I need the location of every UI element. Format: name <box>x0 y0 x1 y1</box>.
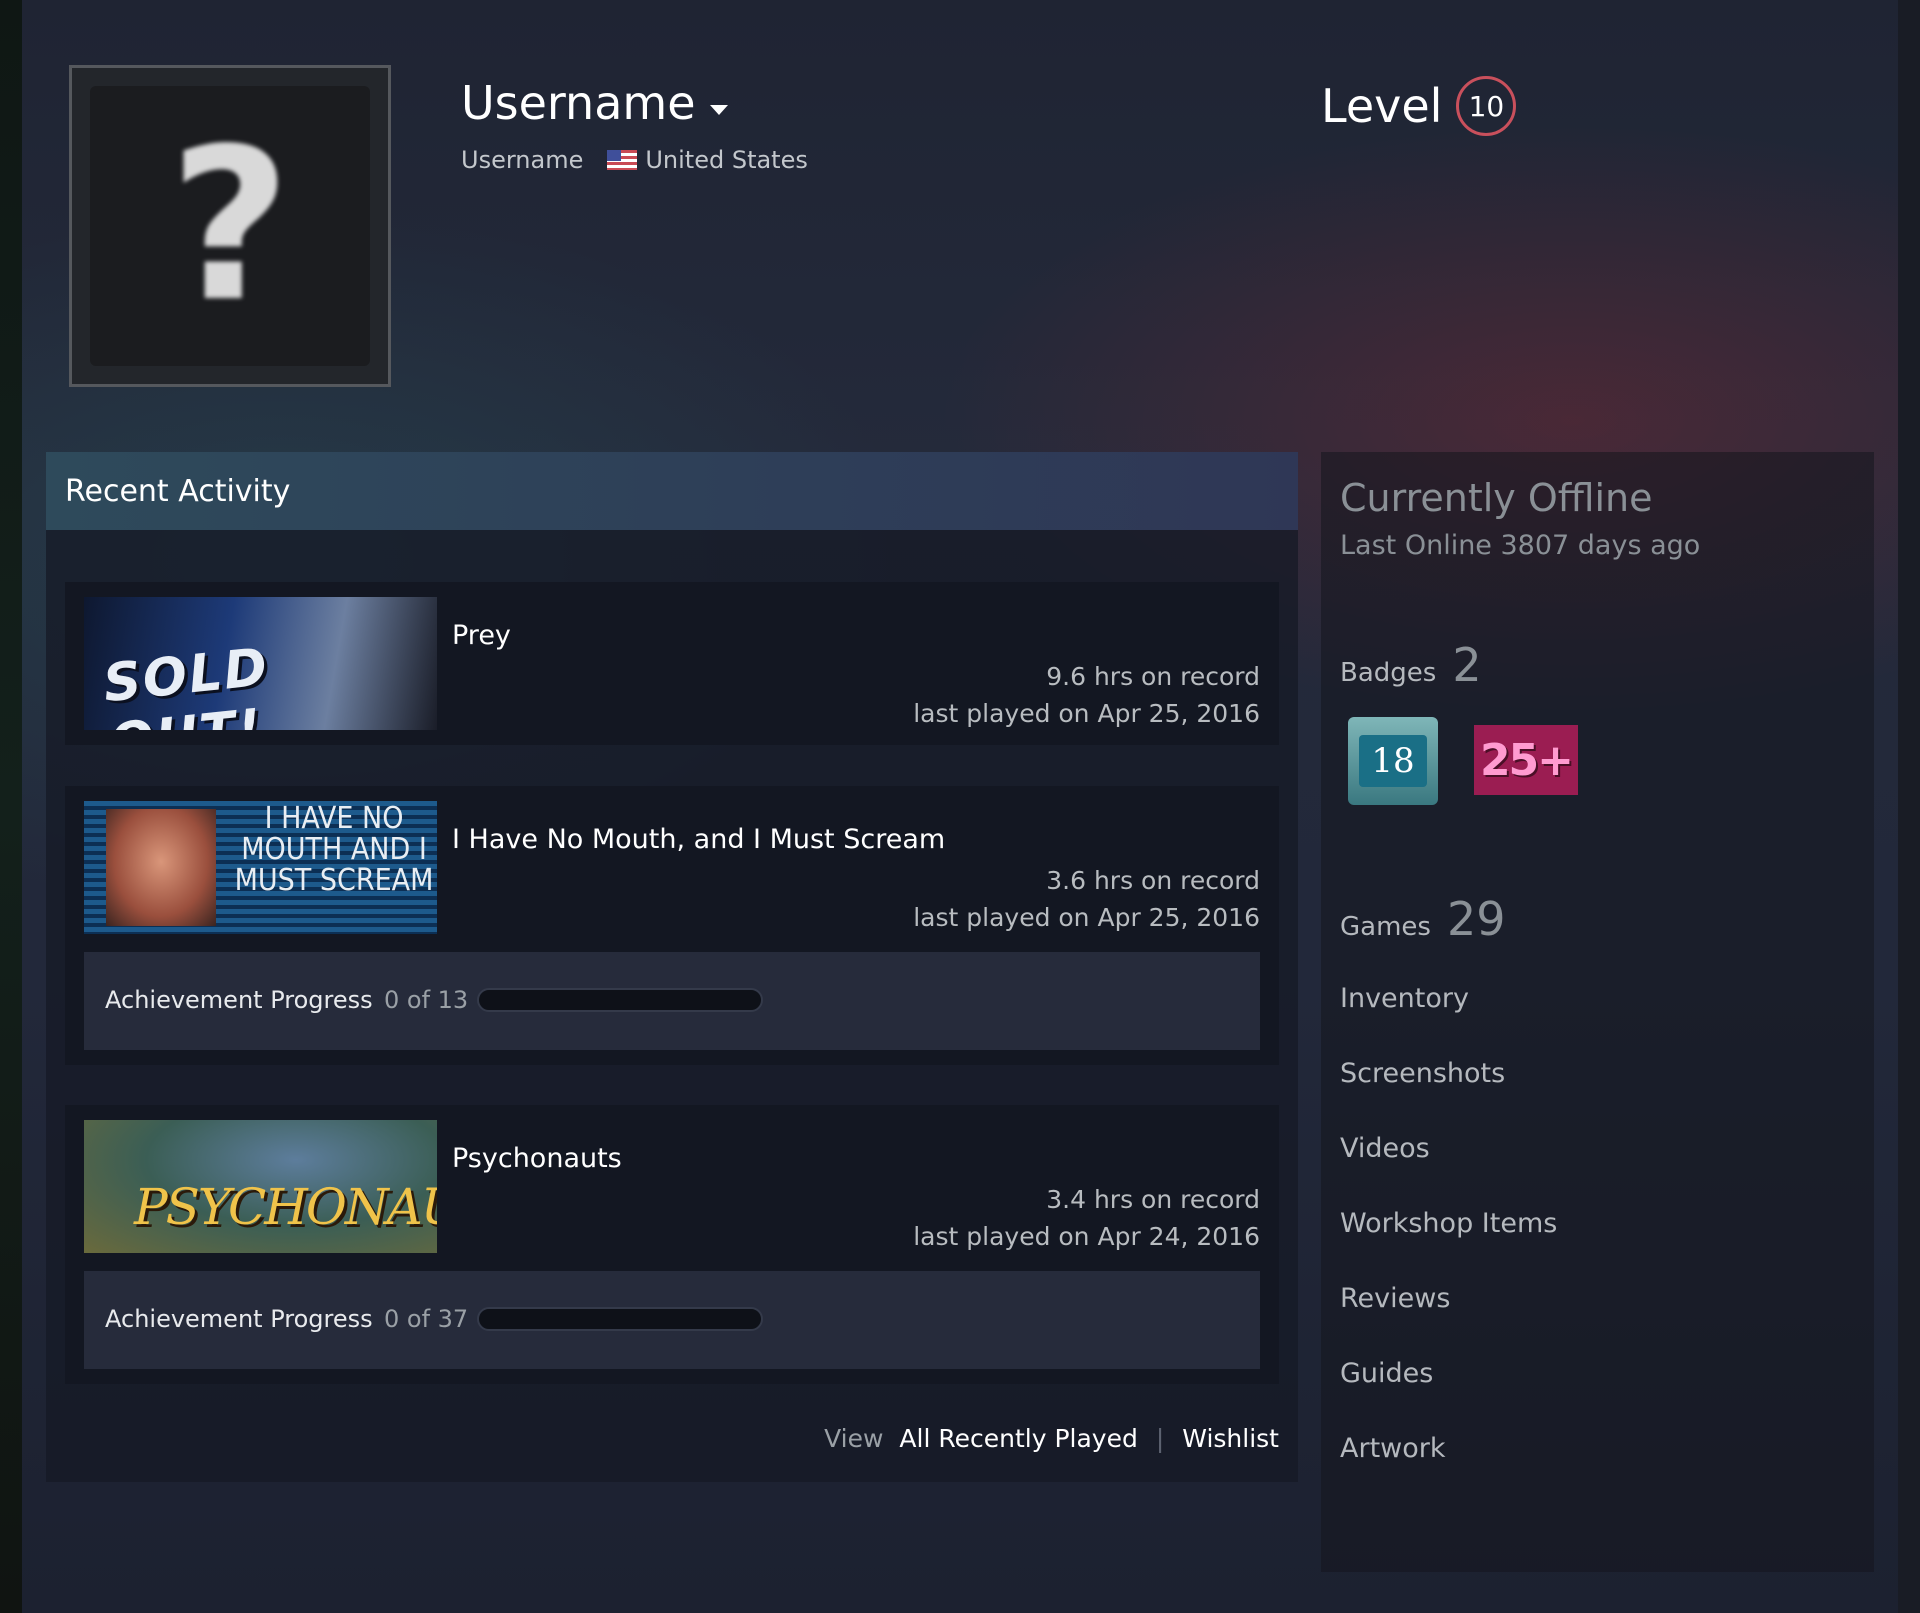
games-count: 29 <box>1446 892 1506 946</box>
game-hours: 9.6 hrs on record <box>1046 662 1260 691</box>
artwork-link[interactable]: Artwork <box>1340 1433 1446 1464</box>
achievement-progress-row[interactable]: Achievement Progress 0 of 13 <box>84 952 1260 1050</box>
last-online: Last Online 3807 days ago <box>1340 530 1701 561</box>
profile-subheader: Username United States <box>461 146 808 174</box>
game-last-played: last played on Apr 25, 2016 <box>913 903 1260 932</box>
capsule-text: PSYCHONAUTS <box>134 1178 437 1236</box>
game-row-prey: SOLD OUT! Prey 9.6 hrs on record last pl… <box>65 582 1279 745</box>
games-label: Games <box>1340 912 1431 942</box>
recent-activity-header: Recent Activity <box>46 452 1298 530</box>
capsule-text: SOLD OUT! <box>100 637 272 730</box>
game-capsule-psychonauts[interactable]: PSYCHONAUTS <box>84 1120 437 1253</box>
us-flag-icon <box>607 150 638 170</box>
game-hours: 3.6 hrs on record <box>1046 866 1260 895</box>
game-last-played: last played on Apr 25, 2016 <box>913 699 1260 728</box>
view-label: View <box>824 1424 884 1453</box>
profile-level[interactable]: Level 10 <box>1321 76 1517 136</box>
videos-link[interactable]: Videos <box>1340 1133 1430 1164</box>
all-recently-played-link[interactable]: All Recently Played <box>899 1424 1137 1453</box>
recent-activity-title: Recent Activity <box>65 474 291 509</box>
achievement-count: 0 of 37 <box>384 1305 469 1333</box>
game-name-link[interactable]: Psychonauts <box>452 1143 622 1174</box>
avatar[interactable]: ? <box>69 65 391 387</box>
level-label: Level <box>1321 79 1443 133</box>
workshop-items-link[interactable]: Workshop Items <box>1340 1208 1557 1239</box>
inventory-link[interactable]: Inventory <box>1340 983 1469 1014</box>
badge-game-collector[interactable]: 25+ <box>1474 725 1578 795</box>
game-row-psychonauts: PSYCHONAUTS Psychonauts 3.4 hrs on recor… <box>65 1105 1279 1384</box>
profile-sidebar: Currently Offline Last Online 3807 days … <box>1321 452 1874 1572</box>
achievement-progress-label: Achievement Progress <box>105 986 373 1014</box>
real-name: Username <box>461 146 584 174</box>
achievement-progress-bar <box>477 988 763 1012</box>
recent-activity-panel: Recent Activity SOLD OUT! Prey 9.6 hrs o… <box>46 452 1298 1482</box>
capsule-face-art <box>106 809 216 926</box>
badges-count: 2 <box>1452 638 1482 692</box>
avatar-placeholder: ? <box>90 86 370 366</box>
country: United States <box>645 146 808 174</box>
badge-25-label: 25+ <box>1479 734 1574 786</box>
level-badge: 10 <box>1456 76 1517 136</box>
view-links-row: View All Recently Played | Wishlist <box>824 1424 1279 1453</box>
link-separator: | <box>1155 1424 1165 1453</box>
game-capsule-ihnmaims[interactable]: I HAVE NO MOUTH AND I MUST SCREAM <box>84 801 437 934</box>
question-mark-icon: ? <box>169 103 291 348</box>
badge-18-label: 18 <box>1359 735 1427 787</box>
game-name-link[interactable]: Prey <box>452 620 511 651</box>
game-capsule-prey[interactable]: SOLD OUT! <box>84 597 437 730</box>
game-hours: 3.4 hrs on record <box>1046 1185 1260 1214</box>
page-right-edge <box>1898 0 1920 1613</box>
online-status: Currently Offline <box>1340 476 1653 520</box>
persona-name-dropdown[interactable]: Username <box>461 76 728 130</box>
badges-link[interactable]: Badges 2 <box>1340 638 1482 692</box>
games-link[interactable]: Games 29 <box>1340 892 1506 946</box>
reviews-link[interactable]: Reviews <box>1340 1283 1450 1314</box>
badges-label: Badges <box>1340 658 1437 688</box>
game-last-played: last played on Apr 24, 2016 <box>913 1222 1260 1251</box>
achievement-progress-bar <box>477 1307 763 1331</box>
badge-years-of-service[interactable]: 18 <box>1348 717 1438 805</box>
page-left-edge <box>0 0 22 1613</box>
chevron-down-icon <box>709 105 728 115</box>
persona-name: Username <box>461 76 696 130</box>
screenshots-link[interactable]: Screenshots <box>1340 1058 1505 1089</box>
game-name-link[interactable]: I Have No Mouth, and I Must Scream <box>452 824 945 855</box>
game-row-ihnmaims: I HAVE NO MOUTH AND I MUST SCREAM I Have… <box>65 786 1279 1065</box>
wishlist-link[interactable]: Wishlist <box>1182 1424 1279 1453</box>
achievement-count: 0 of 13 <box>384 986 469 1014</box>
capsule-text: I HAVE NO MOUTH AND I MUST SCREAM <box>234 801 434 898</box>
guides-link[interactable]: Guides <box>1340 1358 1433 1389</box>
achievement-progress-row[interactable]: Achievement Progress 0 of 37 <box>84 1271 1260 1369</box>
achievement-progress-label: Achievement Progress <box>105 1305 373 1333</box>
